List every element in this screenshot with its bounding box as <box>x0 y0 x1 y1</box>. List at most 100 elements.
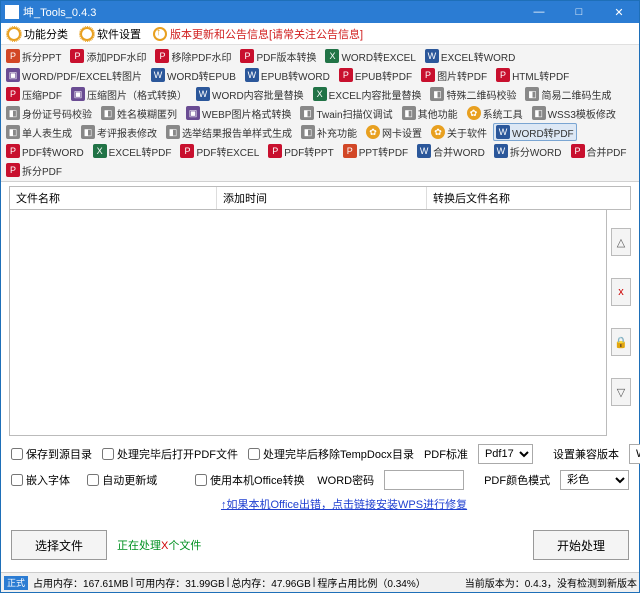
title-bar[interactable]: 坤_Tools_0.4.3 — □ ✕ <box>1 1 639 23</box>
pdf-std-select[interactable]: Pdf17 <box>478 444 533 464</box>
toolbar-WORD转PDF[interactable]: WWORD转PDF <box>493 123 577 141</box>
toolbar: P拆分PPTP添加PDF水印P移除PDF水印PPDF版本转换XWORD转EXCE… <box>1 45 639 182</box>
toolbar-系统工具[interactable]: ✿系统工具 <box>464 104 526 122</box>
gr-icon: ◧ <box>402 106 416 120</box>
toolbar-Twain扫描仪调试[interactable]: ◧Twain扫描仪调试 <box>297 104 395 122</box>
gear-icon: ✿ <box>467 106 481 120</box>
toolbar-WORD转EXCEL[interactable]: XWORD转EXCEL <box>322 47 418 65</box>
color-select[interactable]: 彩色 <box>560 470 629 490</box>
toolbar-拆分WORD[interactable]: W拆分WORD <box>491 142 565 160</box>
wps-repair-link[interactable]: ↑如果本机Office出错，点击链接安装WPS进行修复 <box>221 496 467 512</box>
toolbar-WEBP图片格式转换[interactable]: ▣WEBP图片格式转换 <box>183 104 294 122</box>
toolbar-考评报表修改[interactable]: ◧考评报表修改 <box>78 123 160 141</box>
img-icon: ▣ <box>71 87 85 101</box>
toolbar-EPUB转PDF[interactable]: PEPUB转PDF <box>336 66 415 84</box>
pdf-icon: P <box>180 144 194 158</box>
toolbar-添加PDF水印[interactable]: P添加PDF水印 <box>67 47 149 65</box>
toolbar-EXCEL转PDF[interactable]: XEXCEL转PDF <box>90 142 175 160</box>
processing-status: 正在处理X个文件 <box>117 537 201 553</box>
status-bar: 正式 占用内存：167.61MB| 可用内存：31.99GB| 总内存：47.9… <box>1 572 639 592</box>
toolbar-简易二维码生成[interactable]: ◧简易二维码生成 <box>522 85 614 103</box>
toolbar-其他功能[interactable]: ◧其他功能 <box>399 104 461 122</box>
move-up-button[interactable]: △ <box>611 228 631 256</box>
gear-icon: ✿ <box>366 125 380 139</box>
wd-icon: W <box>151 68 165 82</box>
chk-embed-font[interactable]: 嵌入字体 <box>11 472 77 488</box>
menu-settings[interactable]: 软件设置 <box>74 23 147 44</box>
toolbar-压缩图片（格式转换）[interactable]: ▣压缩图片（格式转换） <box>68 85 190 103</box>
col-outname[interactable]: 转换后文件名称 <box>427 187 630 209</box>
toolbar-PDF版本转换[interactable]: PPDF版本转换 <box>237 47 319 65</box>
xl-icon: X <box>325 49 339 63</box>
menu-func[interactable]: 功能分类 <box>1 23 74 44</box>
xl-icon: X <box>313 87 327 101</box>
menu-version[interactable]: 版本更新和公告信息[请常关注公告信息] <box>147 23 369 44</box>
gr-icon: ◧ <box>430 87 444 101</box>
word-pwd-input[interactable] <box>384 470 464 490</box>
toolbar-图片转PDF[interactable]: P图片转PDF <box>418 66 490 84</box>
maximize-button[interactable]: □ <box>559 1 599 23</box>
file-list[interactable] <box>9 210 607 436</box>
toolbar-WORD/PDF/EXCEL转图片[interactable]: ▣WORD/PDF/EXCEL转图片 <box>3 66 145 84</box>
chk-save-orig[interactable]: 保存到源目录 <box>11 446 92 462</box>
toolbar-特殊二维码校验[interactable]: ◧特殊二维码校验 <box>427 85 519 103</box>
toolbar-选举结果报告单样式生成[interactable]: ◧选举结果报告单样式生成 <box>163 123 295 141</box>
toolbar-合并PDF[interactable]: P合并PDF <box>568 142 630 160</box>
wd-icon: W <box>494 144 508 158</box>
col-addtime[interactable]: 添加时间 <box>217 187 427 209</box>
color-label: PDF颜色模式 <box>484 472 550 488</box>
window-title: 坤_Tools_0.4.3 <box>23 4 96 20</box>
pdf-icon: P <box>6 163 20 177</box>
chk-auto-domain[interactable]: 自动更新域 <box>87 472 185 488</box>
toolbar-PDF转EXCEL[interactable]: PPDF转EXCEL <box>177 142 262 160</box>
start-button[interactable]: 开始处理 <box>533 530 629 560</box>
pdf-icon: P <box>240 49 254 63</box>
toolbar-姓名模糊匿列[interactable]: ◧姓名模糊匿列 <box>98 104 180 122</box>
toolbar-HTML转PDF[interactable]: PHTML转PDF <box>493 66 572 84</box>
choose-file-button[interactable]: 选择文件 <box>11 530 107 560</box>
toolbar-合并WORD[interactable]: W合并WORD <box>414 142 488 160</box>
options-panel: 保存到源目录 处理完毕后打开PDF文件 处理完毕后移除TempDocx目录 PD… <box>1 440 639 520</box>
chk-use-office[interactable]: 使用本机Office转换 <box>195 472 307 488</box>
app-window: 坤_Tools_0.4.3 — □ ✕ 功能分类 软件设置 版本更新和公告信息[… <box>0 0 640 593</box>
action-row: 选择文件 正在处理X个文件 开始处理 <box>1 520 639 572</box>
pdf-icon: P <box>571 144 585 158</box>
toolbar-身份证号码校验[interactable]: ◧身份证号码校验 <box>3 104 95 122</box>
toolbar-PDF转WORD[interactable]: PPDF转WORD <box>3 142 87 160</box>
compat-select[interactable]: Word2010 <box>629 444 640 464</box>
toolbar-拆分PDF[interactable]: P拆分PDF <box>3 161 65 179</box>
gr-icon: ◧ <box>300 106 314 120</box>
delete-button[interactable]: x <box>611 278 631 306</box>
toolbar-压缩PDF[interactable]: P压缩PDF <box>3 85 65 103</box>
toolbar-EPUB转WORD[interactable]: WEPUB转WORD <box>242 66 333 84</box>
col-filename[interactable]: 文件名称 <box>10 187 217 209</box>
chk-open-after[interactable]: 处理完毕后打开PDF文件 <box>102 446 238 462</box>
wd-icon: W <box>425 49 439 63</box>
toolbar-WORD内容批量替换[interactable]: WWORD内容批量替换 <box>193 85 307 103</box>
gr-icon: ◧ <box>525 87 539 101</box>
toolbar-关于软件[interactable]: ✿关于软件 <box>428 123 490 141</box>
pdf-icon: P <box>155 49 169 63</box>
toolbar-WSS3模板修改[interactable]: ◧WSS3模板修改 <box>529 104 619 122</box>
toolbar-移除PDF水印[interactable]: P移除PDF水印 <box>152 47 234 65</box>
toolbar-PDF转PPT[interactable]: PPDF转PPT <box>265 142 336 160</box>
lock-button[interactable]: 🔒 <box>611 328 631 356</box>
toolbar-拆分PPT[interactable]: P拆分PPT <box>3 47 64 65</box>
move-down-button[interactable]: ▽ <box>611 378 631 406</box>
toolbar-单人表生成[interactable]: ◧单人表生成 <box>3 123 75 141</box>
gr-icon: ◧ <box>6 125 20 139</box>
minimize-button[interactable]: — <box>519 1 559 23</box>
close-button[interactable]: ✕ <box>599 1 639 23</box>
toolbar-EXCEL内容批量替换[interactable]: XEXCEL内容批量替换 <box>310 85 425 103</box>
body-area: △ x 🔒 ▽ <box>9 210 631 436</box>
toolbar-补充功能[interactable]: ◧补充功能 <box>298 123 360 141</box>
menu-bar: 功能分类 软件设置 版本更新和公告信息[请常关注公告信息] <box>1 23 639 45</box>
pdf-icon: P <box>70 49 84 63</box>
chk-rm-temp[interactable]: 处理完毕后移除TempDocx目录 <box>248 446 414 462</box>
toolbar-EXCEL转WORD[interactable]: WEXCEL转WORD <box>422 47 518 65</box>
status-tag: 正式 <box>4 576 28 590</box>
toolbar-WORD转EPUB[interactable]: WWORD转EPUB <box>148 66 239 84</box>
toolbar-网卡设置[interactable]: ✿网卡设置 <box>363 123 425 141</box>
toolbar-PPT转PDF[interactable]: PPPT转PDF <box>340 142 411 160</box>
status-ver: 当前版本为：0.4.3，没有检测到新版本 <box>463 575 639 590</box>
